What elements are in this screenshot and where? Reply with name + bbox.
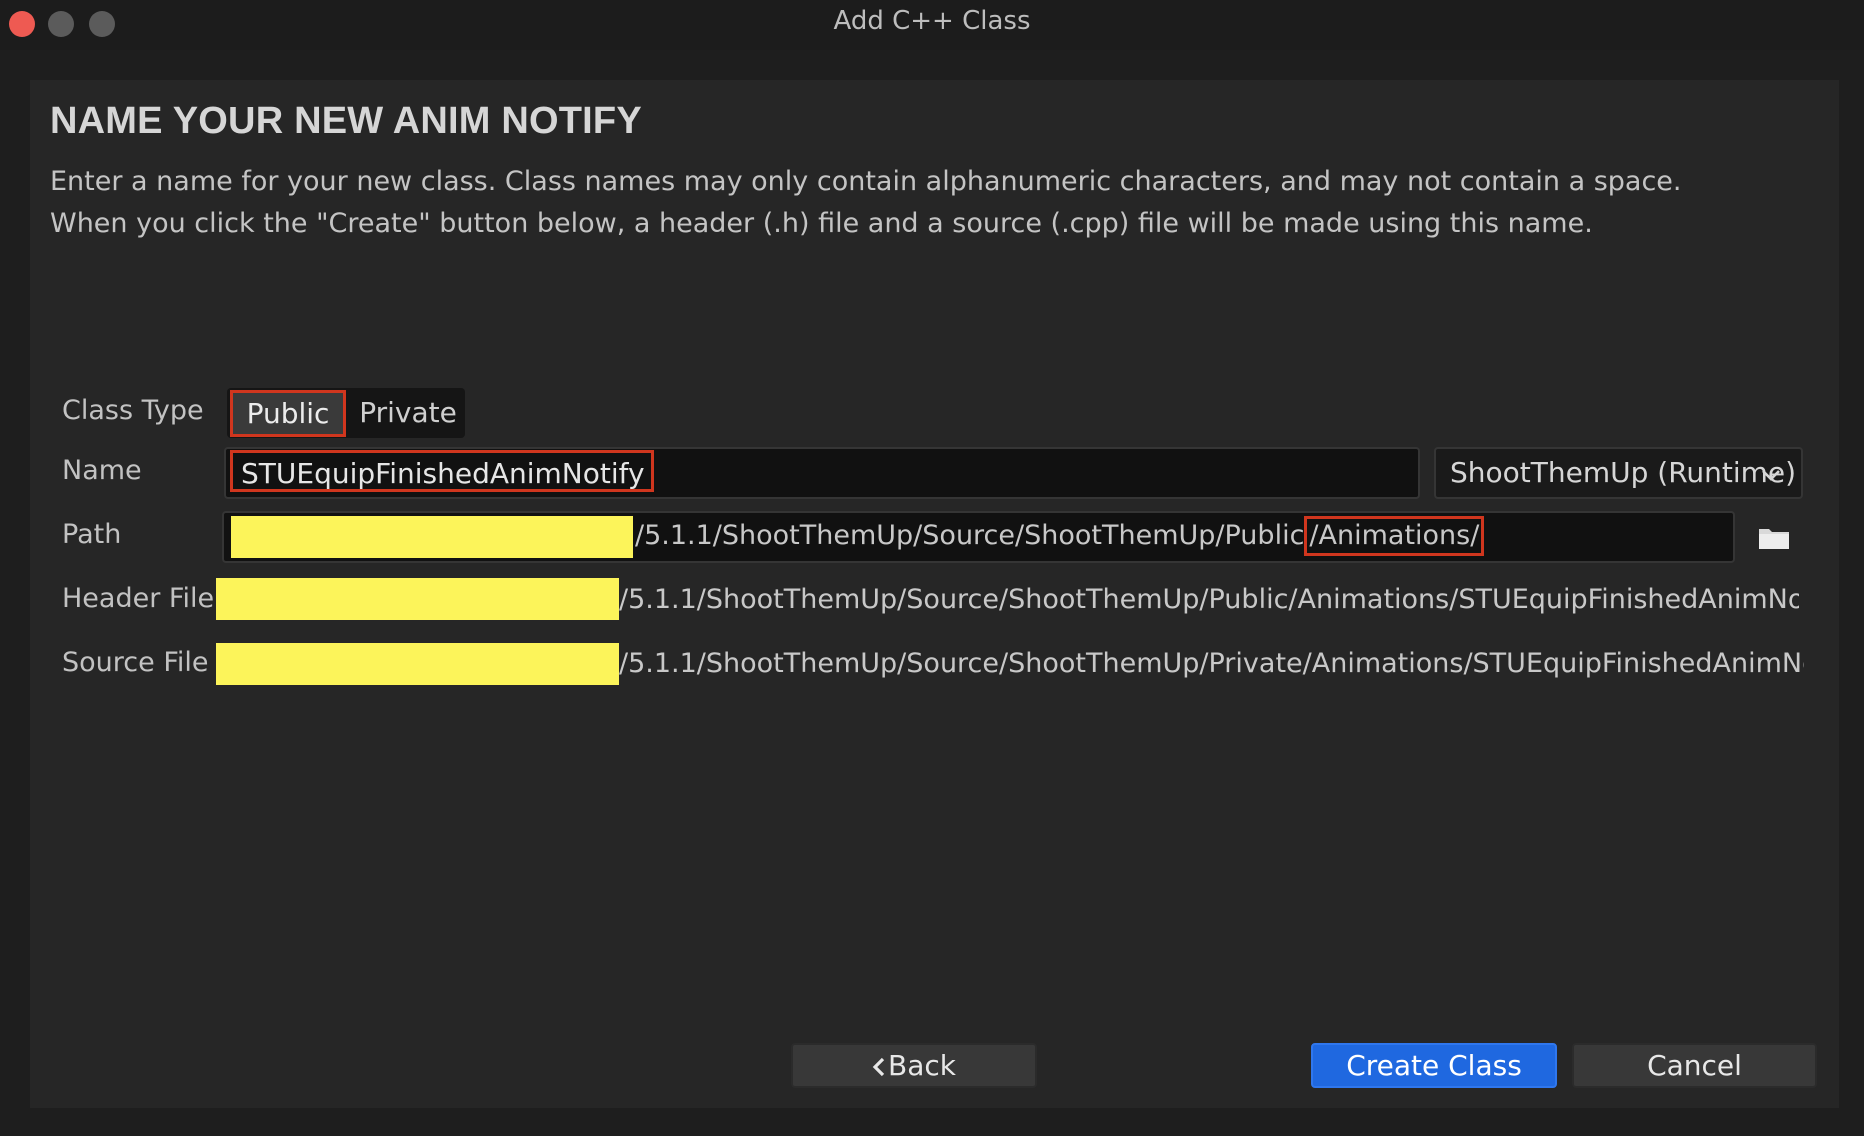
path-value-main: /5.1.1/ShootThemUp/Source/ShootThemUp/Pu…	[635, 520, 1305, 551]
redacted-source-prefix	[216, 643, 619, 685]
folder-icon[interactable]	[1757, 524, 1791, 552]
class-type-private-option[interactable]: Private	[353, 388, 463, 438]
redacted-path-prefix	[231, 516, 633, 558]
header-file-value: /5.1.1/ShootThemUp/Source/ShootThemUp/Pu…	[619, 584, 1799, 615]
class-type-toggle: Public Private	[227, 388, 465, 438]
header-file-label: Header File	[62, 583, 215, 614]
back-button[interactable]: Back	[791, 1043, 1037, 1088]
back-button-label: Back	[888, 1049, 956, 1082]
window-title: Add C++ Class	[833, 6, 1031, 36]
chevron-down-icon	[1761, 463, 1781, 488]
redacted-header-prefix	[216, 578, 619, 620]
module-dropdown[interactable]: ShootThemUp (Runtime)	[1434, 447, 1803, 499]
path-label: Path	[62, 519, 122, 550]
path-value-highlight: /Animations/	[1304, 516, 1485, 556]
page-title: NAME YOUR NEW ANIM NOTIFY	[50, 100, 642, 142]
name-input-value: STUEquipFinishedAnimNotify	[230, 450, 654, 492]
source-file-label: Source File	[62, 647, 209, 678]
source-file-value: /5.1.1/ShootThemUp/Source/ShootThemUp/Pr…	[619, 648, 1804, 679]
window-titlebar: Add C++ Class	[0, 0, 1864, 50]
module-dropdown-value: ShootThemUp (Runtime)	[1450, 456, 1797, 489]
class-type-label: Class Type	[62, 395, 204, 426]
path-value: /5.1.1/ShootThemUp/Source/ShootThemUp/Pu…	[635, 516, 1485, 556]
class-type-public-option[interactable]: Public	[230, 390, 346, 437]
chevron-left-icon	[872, 1047, 886, 1088]
description-line-1: Enter a name for your new class. Class n…	[50, 166, 1682, 197]
cancel-button[interactable]: Cancel	[1572, 1043, 1817, 1088]
description-line-2: When you click the "Create" button below…	[50, 208, 1593, 239]
name-label: Name	[62, 455, 142, 486]
create-class-button[interactable]: Create Class	[1311, 1043, 1557, 1088]
